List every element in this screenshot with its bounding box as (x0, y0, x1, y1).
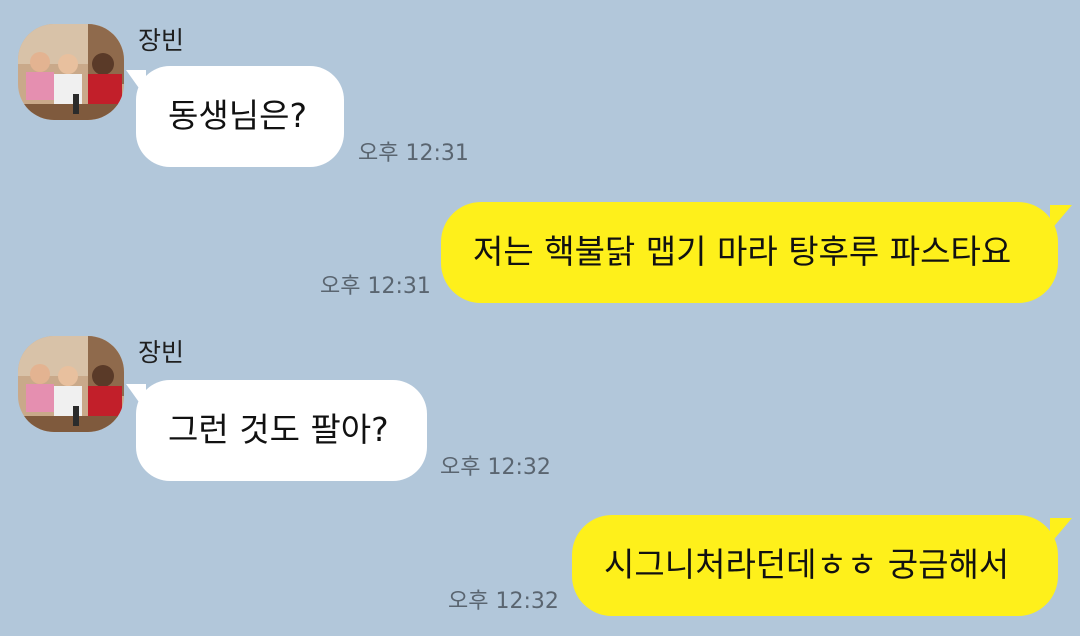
sender-name: 장빈 (138, 338, 185, 367)
sender-name: 장빈 (138, 26, 185, 55)
message-timestamp: 오후 12:32 (448, 589, 559, 614)
message-timestamp: 오후 12:31 (358, 141, 469, 166)
message-timestamp: 오후 12:31 (320, 274, 431, 299)
sender-avatar[interactable] (18, 336, 124, 432)
incoming-message-bubble[interactable]: 동생님은? (136, 66, 344, 167)
outgoing-message-bubble[interactable]: 저는 핵불닭 맵기 마라 탕후루 파스타요 (441, 202, 1058, 303)
bubble-tail (1050, 518, 1072, 544)
outgoing-message-bubble[interactable]: 시그니처라던데ㅎㅎ 궁금해서 (572, 515, 1058, 616)
message-timestamp: 오후 12:32 (440, 455, 551, 480)
avatar-photo (18, 24, 124, 120)
sender-avatar[interactable] (18, 24, 124, 120)
avatar-photo (18, 336, 124, 432)
incoming-message-bubble[interactable]: 그런 것도 팔아? (136, 380, 427, 481)
bubble-tail (1050, 205, 1072, 231)
